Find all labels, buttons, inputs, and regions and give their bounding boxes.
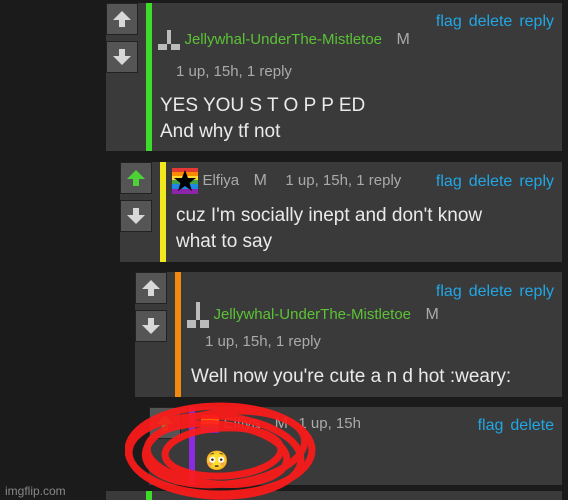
- flag-link[interactable]: flag: [436, 173, 462, 190]
- down-arrow-icon: [113, 49, 131, 65]
- up-arrow-icon: [127, 170, 145, 186]
- comment-text: cuz I'm socially inept and don't know wh…: [176, 205, 483, 252]
- comment-author[interactable]: Jellywhal-UnderThe-Mistletoe: [184, 31, 382, 48]
- comment: flag delete reply Jellywhal-UnderThe-Mistl…: [106, 3, 562, 151]
- mod-badge: M: [396, 31, 410, 49]
- up-arrow-icon: [156, 415, 174, 431]
- up-arrow-icon: [113, 11, 131, 27]
- avatar-icon[interactable]: [172, 168, 198, 194]
- thread-bar: [146, 491, 152, 500]
- upvote-button[interactable]: [120, 162, 152, 194]
- flag-link[interactable]: flag: [478, 417, 504, 434]
- flag-link[interactable]: flag: [436, 13, 462, 30]
- down-arrow-icon: [127, 208, 145, 224]
- comment-actions: flag delete reply: [429, 173, 554, 191]
- thread-bar: [175, 272, 181, 397]
- comment-text: Well now you're cute a n d hot :weary:: [191, 366, 512, 387]
- comment: [106, 491, 562, 500]
- comment-actions: flag delete reply: [429, 283, 554, 301]
- avatar-icon[interactable]: [187, 302, 209, 328]
- comment-meta: 1 up, 15h, 1 reply: [205, 333, 321, 350]
- avatar-icon[interactable]: [201, 415, 219, 433]
- watermark: imgflip.com: [5, 484, 66, 498]
- downvote-button[interactable]: [106, 41, 138, 73]
- flag-link[interactable]: flag: [436, 283, 462, 300]
- vote-column: [149, 407, 185, 445]
- comment-meta: 1 up, 15h: [298, 415, 361, 433]
- comment: Elfiya M 1 up, 15h flag delete 😳: [149, 407, 562, 485]
- downvote-button[interactable]: [120, 200, 152, 232]
- upvote-button[interactable]: [106, 3, 138, 35]
- mod-badge: M: [425, 306, 439, 324]
- mod-badge: M: [253, 172, 267, 190]
- down-arrow-icon: [142, 318, 160, 334]
- delete-link[interactable]: delete: [469, 13, 513, 30]
- vote-column: [106, 3, 142, 79]
- vote-column: [135, 272, 171, 348]
- delete-link[interactable]: delete: [510, 417, 554, 434]
- up-arrow-icon: [142, 280, 160, 296]
- comment-actions: flag delete reply: [429, 13, 554, 31]
- comment-author[interactable]: Jellywhal-UnderThe-Mistletoe: [213, 306, 411, 323]
- comment-text: 😳: [205, 451, 229, 472]
- thread-bar: [160, 162, 166, 262]
- delete-link[interactable]: delete: [469, 173, 513, 190]
- comment-text: YES YOU S T O P P ED And why tf not: [160, 95, 366, 142]
- vote-column: [120, 162, 156, 238]
- comment-meta: 1 up, 15h, 1 reply: [176, 63, 292, 80]
- mod-badge: M: [274, 415, 288, 433]
- reply-link[interactable]: reply: [519, 13, 554, 30]
- avatar-icon[interactable]: [158, 30, 180, 50]
- comment: flag delete reply Jellywhal-UnderThe-Mistl…: [135, 272, 562, 397]
- delete-link[interactable]: delete: [469, 283, 513, 300]
- thread-bar: [146, 3, 152, 151]
- thread-bar: [189, 407, 195, 485]
- reply-link[interactable]: reply: [519, 173, 554, 190]
- comment-meta: 1 up, 15h, 1 reply: [285, 172, 402, 190]
- comment-author[interactable]: Elfiya: [202, 172, 239, 189]
- comment: Elfiya M 1 up, 15h, 1 reply flag delete re…: [120, 162, 562, 262]
- upvote-button[interactable]: [149, 407, 181, 439]
- comment-actions: flag delete: [471, 417, 554, 435]
- reply-link[interactable]: reply: [519, 283, 554, 300]
- comment-author[interactable]: Elfiya: [223, 415, 260, 432]
- downvote-button[interactable]: [135, 310, 167, 342]
- upvote-button[interactable]: [135, 272, 167, 304]
